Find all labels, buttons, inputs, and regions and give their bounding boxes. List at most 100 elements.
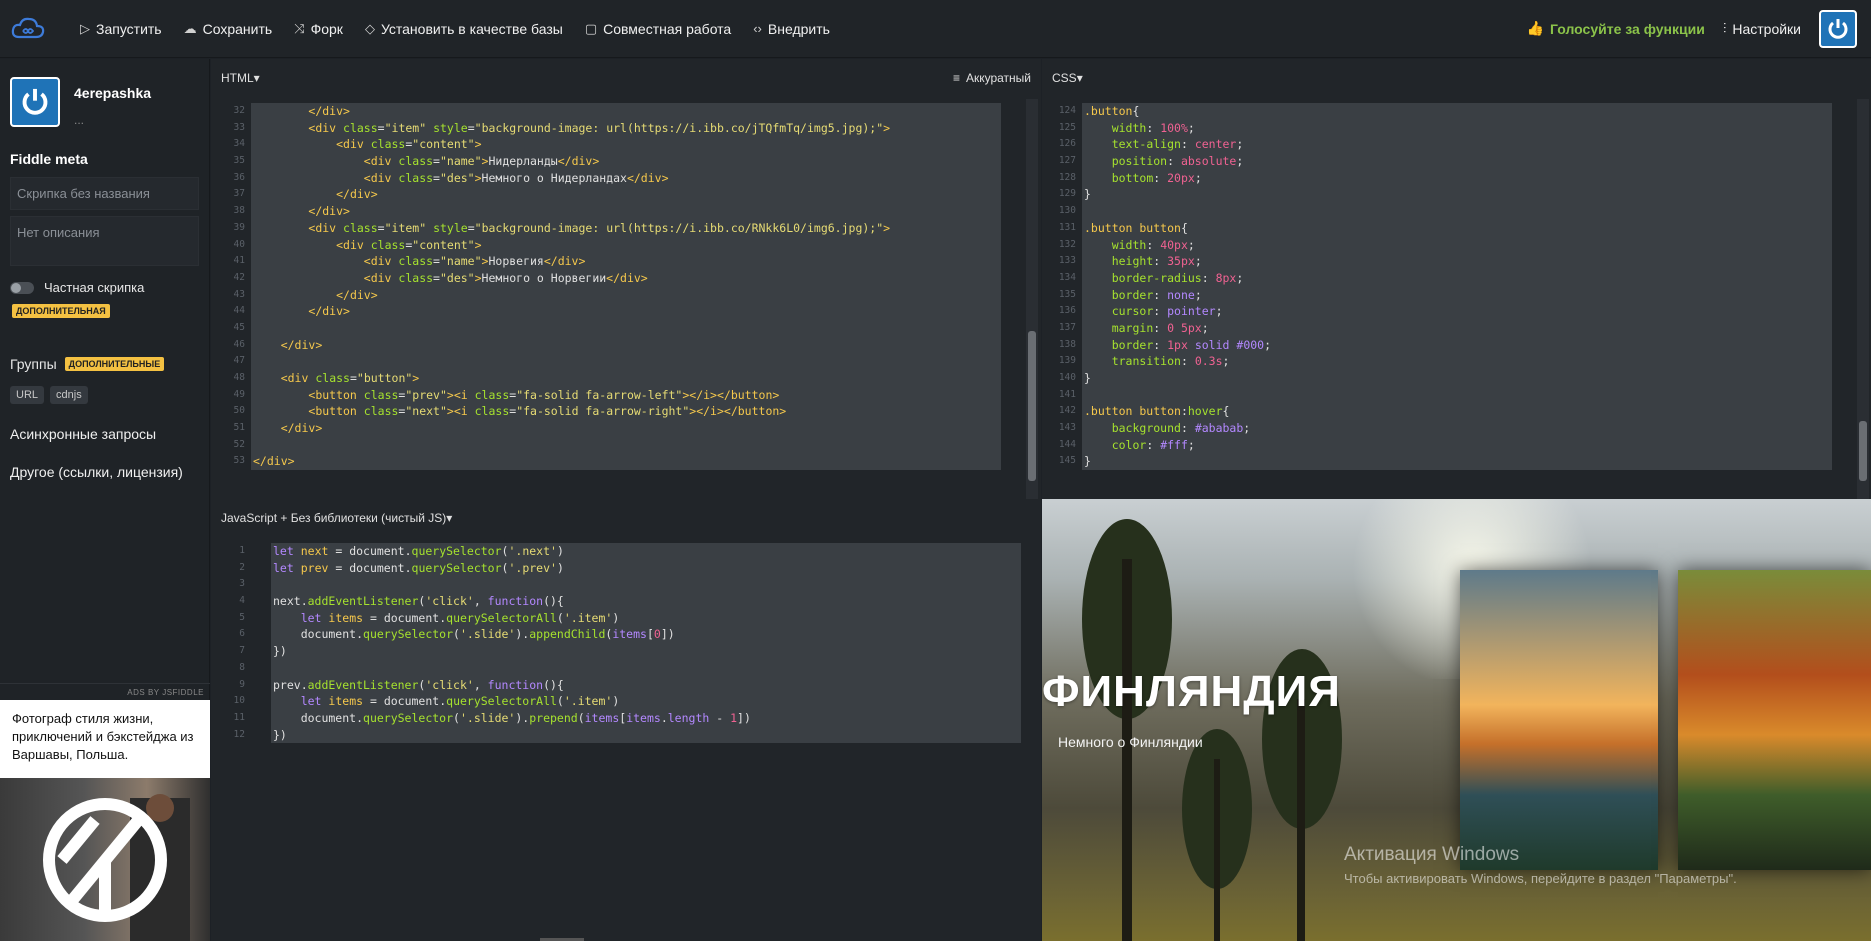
line-number: 9 bbox=[239, 678, 245, 690]
collaborate-button[interactable]: ▢ Совместная работа bbox=[585, 21, 731, 37]
js-editor[interactable]: 1 2 3 4 5 6 7 8 9 10 11 12 let next = document.quer… bbox=[211, 543, 1031, 933]
cdnjs-chip[interactable]: cdnjs bbox=[50, 386, 88, 404]
other-links-link[interactable]: Другое (ссылки, лицензия) bbox=[10, 464, 199, 480]
ad-text[interactable]: Фотограф стиля жизни, приключений и бэкс… bbox=[0, 700, 210, 778]
line-number: 143 bbox=[1058, 422, 1076, 434]
fiddle-name-input[interactable]: Скрипка без названия bbox=[10, 177, 199, 210]
fork-button[interactable]: ⤨ Форк bbox=[294, 21, 343, 37]
code-line: document.querySelector('.slide').appendC… bbox=[273, 627, 675, 642]
ad-image[interactable] bbox=[0, 778, 210, 941]
caret-down-icon[interactable]: ▾ bbox=[1077, 71, 1083, 85]
code-line: border: 1px solid #000; bbox=[1111, 337, 1272, 352]
line-number: 8 bbox=[239, 661, 245, 673]
groups-row[interactable]: Группы ДОПОЛНИТЕЛЬНЫЕ bbox=[10, 356, 199, 372]
play-icon: ▷ bbox=[80, 20, 90, 36]
set-base-button[interactable]: ◇ Установить в качестве базы bbox=[365, 21, 563, 37]
private-toggle-row[interactable]: Частная скрипка bbox=[10, 280, 199, 295]
line-number: 41 bbox=[233, 255, 245, 267]
align-icon: ≡ bbox=[952, 71, 960, 85]
user-info: 4erepashka ... bbox=[0, 59, 209, 127]
code-line: border-radius: 8px; bbox=[1111, 270, 1244, 285]
line-number: 130 bbox=[1058, 205, 1076, 217]
slide-card-after[interactable] bbox=[1678, 570, 1871, 870]
caret-down-icon[interactable]: ▾ bbox=[446, 511, 452, 525]
line-number: 134 bbox=[1058, 271, 1076, 283]
line-number: 142 bbox=[1058, 405, 1076, 417]
code-line: let next = document.querySelector('.next… bbox=[273, 544, 564, 558]
css-editor[interactable]: 124 125 126 127 128 129 130 131 132 133 134 135 136 1… bbox=[1042, 103, 1842, 493]
groups-label: Группы bbox=[10, 356, 57, 372]
html-code-lines[interactable]: </div> <div class="item" style="backgrou… bbox=[251, 103, 1001, 471]
code-line: <div class="button"> bbox=[280, 371, 420, 385]
code-line: <div class="content"> bbox=[336, 137, 482, 152]
code-line: bottom: 20px; bbox=[1111, 170, 1202, 185]
css-code-lines[interactable]: .button{ width: 100%; text-align: center… bbox=[1082, 103, 1832, 471]
line-number: 33 bbox=[233, 121, 245, 133]
code-line: <div class="item" style="background-imag… bbox=[308, 220, 891, 235]
css-panel-title[interactable]: CSS bbox=[1052, 71, 1077, 85]
tidy-button[interactable]: ≡ Аккуратный bbox=[953, 71, 1031, 85]
code-line: <div class="des">Немного о Нидерландах</… bbox=[363, 170, 669, 185]
code-line: .button{ bbox=[1084, 104, 1140, 118]
line-number: 5 bbox=[239, 611, 245, 623]
groups-pro-badge: ДОПОЛНИТЕЛЬНЫЕ bbox=[64, 357, 165, 371]
line-number: 1 bbox=[239, 545, 245, 556]
code-line: width: 100%; bbox=[1111, 120, 1195, 135]
line-number: 136 bbox=[1058, 305, 1076, 317]
html-editor[interactable]: 32 33 34 35 36 37 38 39 40 41 42 43 44 45 46 47 48 49 50 51… bbox=[211, 103, 1011, 493]
code-line: } bbox=[1084, 187, 1091, 202]
line-number: 39 bbox=[233, 221, 245, 233]
user-avatar[interactable] bbox=[10, 77, 60, 127]
line-number: 7 bbox=[239, 645, 245, 657]
code-line: color: #fff; bbox=[1111, 437, 1195, 452]
line-number: 129 bbox=[1058, 188, 1076, 200]
html-scrollbar-thumb[interactable] bbox=[1028, 331, 1036, 481]
fork-icon: ⤨ bbox=[294, 20, 305, 36]
js-code-lines[interactable]: let next = document.querySelector('.next… bbox=[271, 543, 1021, 744]
code-line: } bbox=[1084, 371, 1091, 385]
sliders-icon: ⫶ bbox=[1722, 20, 1727, 36]
embed-button[interactable]: ‹› Внедрить bbox=[753, 21, 830, 37]
css-scrollbar-thumb[interactable] bbox=[1859, 421, 1867, 481]
line-number: 42 bbox=[233, 271, 245, 283]
thumbs-up-icon: 👍 bbox=[1526, 20, 1545, 36]
private-toggle[interactable] bbox=[10, 281, 34, 294]
line-number: 145 bbox=[1058, 455, 1076, 467]
username[interactable]: 4erepashka bbox=[74, 85, 151, 101]
line-number: 46 bbox=[233, 338, 245, 350]
css-scrollbar[interactable] bbox=[1857, 99, 1869, 499]
run-button[interactable]: ▷ Запустить bbox=[80, 21, 162, 37]
avatar[interactable] bbox=[1819, 9, 1857, 48]
html-scrollbar[interactable] bbox=[1026, 99, 1038, 499]
settings-button[interactable]: ⫶ Настройки bbox=[1723, 20, 1801, 37]
line-number: 47 bbox=[233, 355, 245, 367]
code-line: let prev = document.querySelector('.prev… bbox=[273, 560, 564, 575]
vote-features-link[interactable]: 👍 Голосуйте за функции bbox=[1527, 20, 1705, 37]
js-panel-title[interactable]: JavaScript + Без библиотеки (чистый JS) bbox=[221, 511, 446, 525]
tree-trunk bbox=[1122, 559, 1132, 941]
caret-down-icon[interactable]: ▾ bbox=[254, 71, 260, 85]
line-number: 2 bbox=[239, 561, 245, 573]
async-requests-link[interactable]: Асинхронные запросы bbox=[10, 426, 199, 442]
jsfiddle-logo-icon[interactable] bbox=[0, 0, 56, 58]
line-number: 11 bbox=[233, 711, 245, 723]
fiddle-description-input[interactable]: Нет описания bbox=[10, 216, 199, 266]
code-line: }) bbox=[273, 644, 287, 659]
url-chip[interactable]: URL bbox=[10, 386, 45, 404]
code-line: transition: 0.3s; bbox=[1111, 354, 1230, 369]
code-line: </div> bbox=[253, 454, 295, 469]
html-panel-title[interactable]: HTML bbox=[221, 71, 254, 85]
save-button[interactable]: ☁ Сохранить bbox=[184, 21, 273, 37]
ad-block[interactable]: Фотограф стиля жизни, приключений и бэкс… bbox=[0, 700, 210, 941]
result-preview[interactable]: ФИНЛЯНДИЯ Немного о Финляндии Активация … bbox=[1042, 499, 1871, 941]
line-number: 132 bbox=[1058, 238, 1076, 250]
code-line: <div class="item" style="background-imag… bbox=[308, 120, 891, 135]
line-number: 125 bbox=[1058, 121, 1076, 133]
slide-card-next[interactable] bbox=[1460, 570, 1658, 870]
code-line: <button class="prev"><i class="fa-solid … bbox=[308, 387, 780, 402]
line-number: 135 bbox=[1058, 288, 1076, 300]
top-toolbar: ▷ Запустить ☁ Сохранить ⤨ Форк ◇ Установить … bbox=[0, 0, 1871, 58]
